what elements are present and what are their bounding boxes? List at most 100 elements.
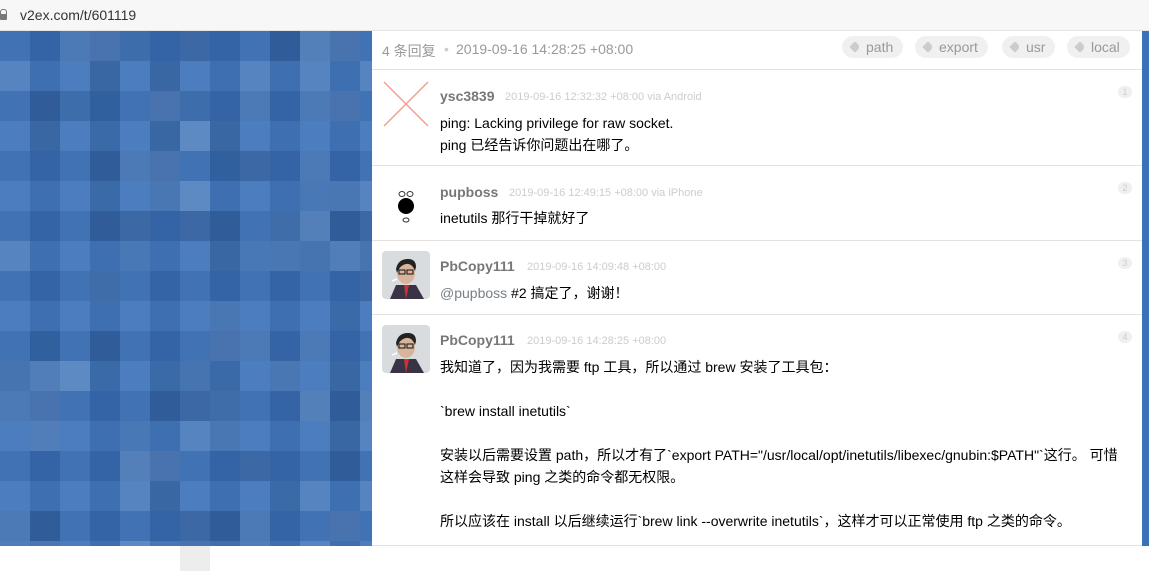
reply-item: PbCopy111 2019-09-16 14:09:48 +08:00 3 @… xyxy=(372,241,1142,315)
background-tile xyxy=(30,91,60,121)
background-tile xyxy=(150,361,180,391)
author-link[interactable]: pupboss xyxy=(440,184,498,200)
floor-number: 2 xyxy=(1118,182,1132,194)
background-tile xyxy=(90,31,120,61)
background-tile xyxy=(210,211,240,241)
reply-content: @pupboss #2 搞定了，谢谢！ xyxy=(440,282,1130,304)
tag-path[interactable]: path xyxy=(842,36,904,58)
avatar-cartoon-icon[interactable] xyxy=(382,176,430,224)
reply-meta: 2019-09-16 14:28:25 +08:00 xyxy=(527,335,667,347)
replies-header: 4 条回复 • 2019-09-16 14:28:25 +08:00 path … xyxy=(372,31,1142,70)
background-tile xyxy=(90,151,120,181)
background-tile xyxy=(30,361,60,391)
background-tile xyxy=(330,91,360,121)
reply-item: PbCopy111 2019-09-16 14:28:25 +08:00 4 我… xyxy=(372,315,1142,546)
reply-count: 4 条回复 xyxy=(382,43,436,59)
background-tile xyxy=(0,391,30,421)
background-tile xyxy=(330,211,360,241)
background-tile xyxy=(240,451,270,481)
background-tile xyxy=(60,91,90,121)
background-tile xyxy=(30,421,60,451)
lock-icon xyxy=(0,9,7,21)
avatar-portrait-icon[interactable] xyxy=(382,251,430,299)
background-tile xyxy=(150,481,180,511)
background-tile xyxy=(300,91,330,121)
avatar-portrait-icon[interactable] xyxy=(382,325,430,373)
last-reply-time: 2019-09-16 14:28:25 +08:00 xyxy=(456,41,634,57)
reply-content: ping: Lacking privilege for raw socket. … xyxy=(440,112,1130,156)
background-tile xyxy=(180,211,210,241)
background-tile xyxy=(0,361,30,391)
background-tile xyxy=(90,121,120,151)
background-tile xyxy=(90,211,120,241)
content-line: `brew install inetutils` xyxy=(440,403,571,419)
background-tile xyxy=(90,331,120,361)
author-link[interactable]: ysc3839 xyxy=(440,88,495,104)
background-tile xyxy=(300,61,330,91)
tag-usr[interactable]: usr xyxy=(1002,36,1056,58)
background-tile xyxy=(300,151,330,181)
content-line: inetutils 那行干掉就好了 xyxy=(440,210,590,226)
background-tile xyxy=(150,391,180,421)
mention-link[interactable]: @pupboss xyxy=(440,285,507,301)
background-tile xyxy=(90,91,120,121)
background-tile xyxy=(240,511,270,541)
background-tile xyxy=(150,61,180,91)
content-line: 安装以后需要设置 path，所以才有了`export PATH="/usr/lo… xyxy=(440,447,1118,485)
background-tile xyxy=(0,61,30,91)
background-tile xyxy=(30,511,60,541)
background-tile xyxy=(30,331,60,361)
background-tile xyxy=(120,241,150,271)
background-tile xyxy=(60,361,90,391)
background-tile xyxy=(120,211,150,241)
avatar-missing-icon[interactable] xyxy=(382,80,430,128)
background-tile xyxy=(300,211,330,241)
reply-item: ysc3839 2019-09-16 12:32:32 +08:00 via A… xyxy=(372,70,1142,166)
page-background xyxy=(0,31,390,571)
tag-icon xyxy=(922,41,934,53)
reply-content: 我知道了，因为我需要 ftp 工具，所以通过 brew 安装了工具包： `bre… xyxy=(440,356,1130,532)
background-tile xyxy=(180,181,210,211)
reply-item: pupboss 2019-09-16 12:49:15 +08:00 via i… xyxy=(372,166,1142,241)
background-tile xyxy=(300,241,330,271)
background-tile xyxy=(300,391,330,421)
browser-address-bar[interactable]: v2ex.com/t/601119 xyxy=(0,0,1149,31)
background-tile xyxy=(210,421,240,451)
floor-number: 4 xyxy=(1118,331,1132,343)
tag-icon xyxy=(1009,41,1021,53)
background-tile xyxy=(120,421,150,451)
background-tile xyxy=(120,451,150,481)
background-tile xyxy=(300,331,330,361)
author-link[interactable]: PbCopy111 xyxy=(440,258,515,274)
background-tile xyxy=(210,241,240,271)
background-tile xyxy=(90,361,120,391)
separator-dot: • xyxy=(444,41,449,57)
background-tile xyxy=(210,391,240,421)
tag-local[interactable]: local xyxy=(1067,36,1130,58)
background-tile xyxy=(120,151,150,181)
background-tile xyxy=(270,241,300,271)
background-tile xyxy=(330,241,360,271)
background-tile xyxy=(330,391,360,421)
background-tile xyxy=(60,31,90,61)
background-tile xyxy=(270,211,300,241)
page-background-right xyxy=(1142,31,1149,546)
reply-meta: 2019-09-16 12:32:32 +08:00 via Android xyxy=(505,91,702,103)
background-tile xyxy=(210,301,240,331)
floor-number: 3 xyxy=(1118,257,1132,269)
background-tile xyxy=(300,181,330,211)
tag-export[interactable]: export xyxy=(915,36,988,58)
background-tile xyxy=(330,181,360,211)
background-tile xyxy=(150,181,180,211)
background-tile xyxy=(300,31,330,61)
author-link[interactable]: PbCopy111 xyxy=(440,332,515,348)
background-tile xyxy=(150,451,180,481)
background-tile xyxy=(270,481,300,511)
reply-content: inetutils 那行干掉就好了 xyxy=(440,207,1130,229)
background-tile xyxy=(210,511,240,541)
background-tile xyxy=(180,91,210,121)
background-tile xyxy=(270,31,300,61)
content-line: 所以应该在 install 以后继续运行`brew link --overwri… xyxy=(440,513,1071,529)
url-text[interactable]: v2ex.com/t/601119 xyxy=(20,7,136,23)
floor-number: 1 xyxy=(1118,86,1132,98)
